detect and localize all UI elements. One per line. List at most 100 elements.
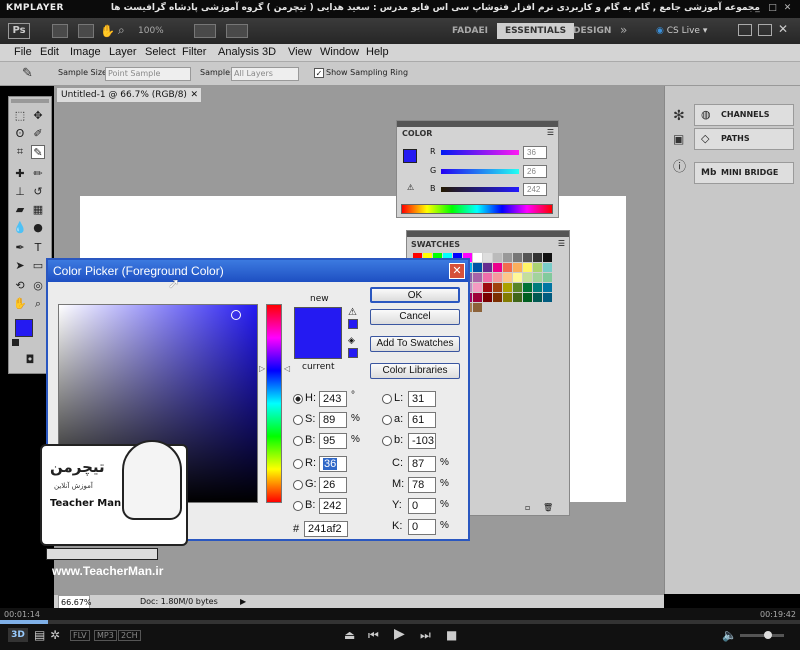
color-panel-icon[interactable]: ✻: [673, 108, 685, 124]
gamut-swatch[interactable]: [348, 319, 358, 329]
restore-icon[interactable]: [738, 24, 752, 36]
dialog-close-icon[interactable]: ✕: [449, 263, 465, 279]
swatch-cell[interactable]: [493, 283, 502, 292]
pen-tool-icon[interactable]: ✒: [13, 241, 27, 255]
volume-slider[interactable]: [740, 634, 784, 637]
playlist-icon[interactable]: ▤: [34, 628, 45, 642]
gradient-tool-icon[interactable]: ▦: [31, 203, 45, 217]
add-to-swatches-button[interactable]: Add To Swatches: [370, 336, 460, 352]
swatch-cell[interactable]: [473, 263, 482, 272]
swatch-cell[interactable]: [483, 283, 492, 292]
zoom-tool-icon[interactable]: ⌕: [118, 23, 125, 38]
swatch-cell[interactable]: [483, 253, 492, 262]
type-tool-icon[interactable]: T: [31, 241, 45, 255]
swatches-menu-icon[interactable]: ☰: [558, 239, 565, 248]
menu-layer[interactable]: Layer: [109, 46, 137, 58]
zoom-level[interactable]: 100%: [138, 24, 178, 38]
next-icon[interactable]: ⏭: [420, 628, 431, 643]
foreground-swatch[interactable]: [15, 319, 33, 337]
panel-b-slider[interactable]: [441, 187, 519, 192]
swatch-cell[interactable]: [513, 293, 522, 302]
swatch-cell[interactable]: [493, 253, 502, 262]
ok-button[interactable]: OK: [370, 287, 460, 303]
h-radio[interactable]: [293, 394, 303, 404]
swatch-cell[interactable]: [513, 263, 522, 272]
g-radio[interactable]: [293, 480, 303, 490]
color-panel-title[interactable]: COLOR: [402, 129, 432, 138]
swatch-cell[interactable]: [513, 283, 522, 292]
swatch-cell[interactable]: [473, 293, 482, 302]
swatch-cell[interactable]: [493, 273, 502, 282]
hue-left-arrow-icon[interactable]: ▷: [259, 364, 265, 373]
sample-select[interactable]: All Layers: [231, 67, 299, 81]
panel-b-value[interactable]: 242: [523, 183, 547, 196]
b-field[interactable]: 95: [319, 433, 347, 449]
swatch-cell[interactable]: [493, 263, 502, 272]
b-radio[interactable]: [293, 436, 303, 446]
marquee-tool-icon[interactable]: ⬚: [13, 109, 27, 123]
swatches-panel-icon[interactable]: ▣: [673, 132, 684, 146]
panel-fg-swatch[interactable]: [403, 149, 417, 163]
color-ramp[interactable]: [401, 204, 553, 214]
menu-window[interactable]: Window: [320, 46, 359, 58]
swatch-cell[interactable]: [513, 273, 522, 282]
maximize-icon[interactable]: □: [767, 3, 778, 14]
a-radio[interactable]: [382, 415, 392, 425]
swatch-cell[interactable]: [533, 263, 542, 272]
menu-edit[interactable]: Edit: [40, 46, 59, 58]
workspace-essentials[interactable]: ESSENTIALS: [497, 23, 575, 39]
document-tab[interactable]: Untitled-1 @ 66.7% (RGB/8) ✕: [56, 87, 202, 103]
3d-orbit-icon[interactable]: ◎: [31, 279, 45, 293]
hue-right-arrow-icon[interactable]: ◁: [284, 364, 290, 373]
3d-toggle-icon[interactable]: 3D: [8, 628, 28, 642]
healing-tool-icon[interactable]: ✚: [13, 167, 27, 181]
menu-3d[interactable]: 3D: [262, 46, 276, 58]
eraser-tool-icon[interactable]: ▰: [13, 203, 27, 217]
swatch-cell[interactable]: [543, 253, 552, 262]
cancel-button[interactable]: Cancel: [370, 309, 460, 325]
minimize-icon[interactable]: _: [752, 3, 763, 14]
previous-icon[interactable]: ⏮: [368, 628, 379, 643]
brush-tool-icon[interactable]: ✏: [31, 167, 45, 181]
menu-image[interactable]: Image: [70, 46, 101, 58]
seek-bar[interactable]: [0, 620, 800, 624]
toolbox-grip[interactable]: [11, 99, 49, 103]
swatch-cell[interactable]: [483, 263, 492, 272]
show-ring-checkbox[interactable]: ✓: [314, 68, 324, 78]
swatch-cell[interactable]: [473, 283, 482, 292]
panel-r-slider[interactable]: [441, 150, 519, 155]
m-field[interactable]: 78: [408, 477, 436, 493]
swatch-cell[interactable]: [503, 253, 512, 262]
dodge-tool-icon[interactable]: ●: [31, 221, 45, 235]
hand-tool-icon[interactable]: ✋: [13, 297, 27, 311]
g-field[interactable]: 26: [319, 477, 347, 493]
bridge-icon[interactable]: [52, 24, 68, 38]
workspace-fadaei[interactable]: FADAEI: [444, 23, 496, 39]
volume-icon[interactable]: 🔈: [722, 628, 737, 642]
s-radio[interactable]: [293, 415, 303, 425]
quick-select-icon[interactable]: ✐: [31, 127, 45, 141]
panel-g-slider[interactable]: [441, 169, 519, 174]
swatch-cell[interactable]: [523, 253, 532, 262]
delete-swatch-icon[interactable]: 🗑: [543, 503, 553, 512]
menu-view[interactable]: View: [288, 46, 312, 58]
swatch-cell[interactable]: [543, 293, 552, 302]
menu-file[interactable]: File: [14, 46, 32, 58]
swatch-cell[interactable]: [533, 283, 542, 292]
quick-mask-icon[interactable]: ◘: [23, 353, 37, 367]
h-field[interactable]: 243: [319, 391, 347, 407]
web-safe-icon[interactable]: ◈: [348, 336, 355, 346]
swatch-cell[interactable]: [523, 293, 532, 302]
a-field[interactable]: 61: [408, 412, 436, 428]
menu-select[interactable]: Select: [145, 46, 176, 58]
swatch-cell[interactable]: [503, 263, 512, 272]
panel-menu-icon[interactable]: ☰: [547, 128, 554, 137]
swatch-cell[interactable]: [513, 253, 522, 262]
swatch-cell[interactable]: [473, 273, 482, 282]
swatch-cell[interactable]: [543, 283, 552, 292]
swatch-cell[interactable]: [523, 273, 532, 282]
swatch-cell[interactable]: [503, 273, 512, 282]
web-safe-swatch[interactable]: [348, 348, 358, 358]
hex-field[interactable]: 241af2: [304, 521, 348, 537]
l-field[interactable]: 31: [408, 391, 436, 407]
